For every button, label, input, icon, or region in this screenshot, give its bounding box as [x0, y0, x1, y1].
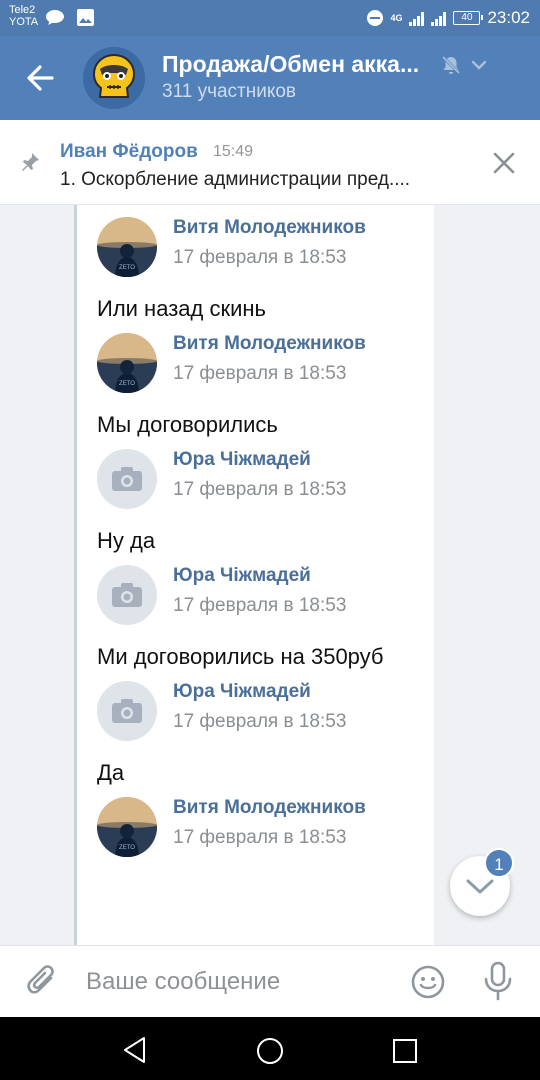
clock: 23:02: [487, 8, 530, 27]
image-notification-icon: [77, 9, 94, 26]
chat-header: Продажа/Обмен акка... 311 участников: [0, 36, 540, 120]
message-composer: [0, 945, 540, 1017]
user-avatar[interactable]: [97, 449, 157, 509]
status-right: 4G 40 23:02: [367, 7, 530, 29]
message-input[interactable]: [86, 964, 386, 1000]
battery-icon: 40: [453, 11, 484, 25]
user-avatar[interactable]: ZETO: [97, 333, 157, 393]
svg-text:ZETO: ZETO: [119, 381, 135, 387]
message-text: Не, кинь пароль: [97, 205, 261, 206]
system-nav-bar: [0, 1017, 540, 1080]
nav-back-icon[interactable]: [120, 1035, 150, 1065]
user-avatar[interactable]: [97, 565, 157, 625]
carrier-1: Tele2: [9, 4, 36, 16]
sender-name[interactable]: Витя Молодежников: [173, 217, 366, 239]
member-count: 311 участников: [162, 81, 297, 102]
nav-home-icon[interactable]: [255, 1036, 285, 1066]
sender-name[interactable]: Витя Молодежников: [173, 333, 366, 355]
message-text: Мы договорились: [97, 412, 278, 437]
message-date: 17 февраля в 18:53: [173, 247, 347, 268]
camera-icon: [112, 699, 142, 723]
message-list[interactable]: ZETO Витя Молодежников 17 февраля в 18:53 Н…: [0, 205, 540, 945]
signal-2-icon: [431, 11, 447, 26]
skull-logo-icon: [83, 47, 145, 109]
forwarded-messages-bubble: ZETO Витя Молодежников 17 февраля в 18:53 Н…: [74, 205, 434, 945]
message-text: Да: [97, 760, 125, 785]
pinned-text: 1. Оскорбление администрации пред....: [60, 169, 411, 190]
camera-icon: [112, 467, 142, 491]
microphone-icon[interactable]: [480, 960, 516, 1002]
message-date: 17 февраля в 18:53: [173, 479, 347, 500]
chat-notification-icon: [46, 10, 64, 25]
sender-name[interactable]: Юра Чiжмадей: [173, 449, 311, 471]
dnd-icon: [367, 10, 384, 26]
pin-icon: [22, 153, 39, 171]
user-avatar[interactable]: ZETO: [97, 217, 157, 277]
signal-icon: [409, 11, 425, 26]
carrier-labels: Tele2 YOTA: [9, 4, 38, 28]
back-arrow-icon[interactable]: [20, 58, 64, 98]
message-date: 17 февраля в 18:53: [173, 363, 347, 384]
network-type: 4G: [390, 12, 403, 23]
group-avatar[interactable]: [83, 47, 145, 109]
camera-icon: [112, 583, 142, 607]
message-text: Ми договорились на 350руб: [97, 644, 384, 669]
emoji-icon[interactable]: [410, 964, 446, 1000]
muted-bell-icon[interactable]: [440, 54, 462, 76]
user-avatar[interactable]: [97, 681, 157, 741]
chat-title[interactable]: Продажа/Обмен акка...: [162, 51, 432, 78]
status-bar: Tele2 YOTA 4G 40 23:02: [0, 0, 540, 36]
pinned-message[interactable]: Иван Фёдоров 15:49 1. Оскорбление админи…: [0, 120, 540, 205]
pinned-author: Иван Фёдоров: [60, 141, 198, 162]
sender-name[interactable]: Витя Молодежников: [173, 797, 366, 819]
pinned-time: 15:49: [213, 143, 254, 160]
unread-badge: 1: [484, 848, 514, 878]
sender-name[interactable]: Юра Чiжмадей: [173, 681, 311, 703]
carrier-2: YOTA: [9, 16, 39, 28]
attach-icon[interactable]: [24, 963, 60, 1001]
message-date: 17 февраля в 18:53: [173, 827, 347, 848]
sender-name[interactable]: Юра Чiжмадей: [173, 565, 311, 587]
nav-recent-apps-icon[interactable]: [391, 1037, 419, 1065]
svg-text:ZETO: ZETO: [119, 845, 135, 851]
close-pinned-icon[interactable]: [488, 147, 520, 179]
message-date: 17 февраля в 18:53: [173, 711, 347, 732]
user-avatar[interactable]: ZETO: [97, 797, 157, 857]
message-date: 17 февраля в 18:53: [173, 595, 347, 616]
chevron-down-icon[interactable]: [470, 56, 488, 74]
message-text: Или назад скинь: [97, 296, 266, 321]
svg-text:ZETO: ZETO: [119, 265, 135, 271]
message-text: Ну да: [97, 528, 156, 553]
